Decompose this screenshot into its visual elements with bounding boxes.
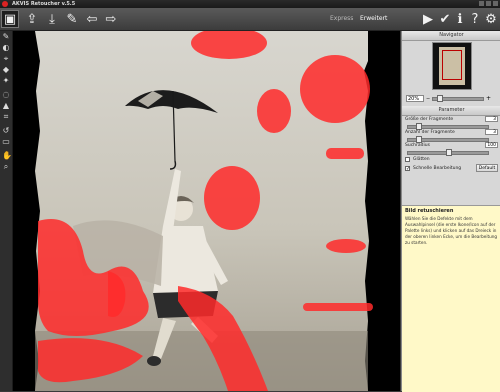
fill-icon[interactable]: ◆ (2, 66, 10, 74)
fragment-count-label: Anzahl der Fragmente (405, 130, 455, 135)
save-button[interactable]: ⇪ (23, 10, 41, 28)
smooth-checkbox[interactable] (405, 157, 410, 162)
search-radius-slider[interactable] (407, 149, 489, 156)
pipette-icon[interactable]: ⌖ (2, 55, 10, 63)
stamp-icon[interactable]: ▲ (2, 102, 10, 110)
zoom-row: 20% − + (404, 95, 499, 103)
zoom-icon[interactable]: ⌕ (2, 163, 10, 171)
arrow-left-icon: ⇦ (86, 11, 98, 27)
gear-icon: ⚙ (485, 11, 497, 27)
maximize-button[interactable] (486, 1, 491, 6)
fragment-size-label: Größe der Fragmente (405, 117, 454, 122)
fast-processing-label: Schnelle Bearbeitung (413, 166, 462, 171)
lasso-icon[interactable]: ◌ (2, 91, 10, 99)
upload-icon: ⇪ (26, 11, 38, 27)
parameters-header: Parameter (402, 106, 500, 116)
redo-button[interactable]: ⇨ (102, 10, 120, 28)
mode-express-tab[interactable]: Express (330, 15, 353, 22)
magic-wand-icon[interactable]: ✦ (2, 77, 10, 85)
arrow-right-icon: ⇨ (105, 11, 117, 27)
close-button[interactable] (493, 1, 498, 6)
fragment-size-knob[interactable] (416, 123, 422, 130)
navigator-header: Navigator (402, 31, 500, 41)
fragment-size-input[interactable]: 3 (485, 116, 498, 122)
run-button[interactable]: ▶ (419, 10, 437, 28)
search-radius-knob[interactable] (446, 149, 452, 156)
check-icon: ✔ (439, 11, 451, 27)
smooth-label: Glätten (413, 157, 430, 162)
settings-panel: Navigator 20% − + Parameter Größe der Fr… (401, 31, 500, 392)
settings-button[interactable]: ⚙ (482, 10, 500, 28)
fragment-size-slider[interactable] (407, 123, 489, 130)
title-bar: AKVIS Retoucher v.5.5 (0, 0, 500, 8)
fragment-count-slider[interactable] (407, 136, 489, 143)
download-icon: ⤓ (49, 11, 55, 27)
history-brush-icon[interactable]: ↺ (2, 127, 10, 135)
zoom-slider-knob[interactable] (437, 95, 443, 102)
help-title: Bild retuschieren (405, 208, 454, 214)
default-button[interactable]: Default (476, 164, 498, 172)
zoom-slider[interactable] (432, 95, 484, 102)
navigator-thumbnail[interactable] (432, 42, 472, 90)
help-text: Wählen Sie die Defekte mit dem Auswahlpi… (405, 216, 498, 245)
fragment-count-input[interactable]: 3 (485, 129, 498, 135)
image-canvas[interactable] (13, 31, 400, 391)
minimize-button[interactable] (479, 1, 484, 6)
save-as-button[interactable]: ⤓ (43, 10, 61, 28)
eraser-icon[interactable]: ◐ (2, 44, 10, 52)
main-toolbar: ▣ ⇪ ⤓ ✎ ⇦ ⇨ Express Erweitert ▶ ✔ ℹ ? ⚙ (0, 8, 500, 31)
open-image-button[interactable]: ▣ (1, 10, 19, 28)
info-icon: ℹ (457, 11, 463, 27)
photo-with-mask (13, 31, 400, 391)
zoom-out-icon[interactable]: − (426, 96, 430, 102)
fast-processing-checkbox[interactable]: ✓ (405, 166, 410, 172)
undo-button[interactable]: ⇦ (83, 10, 101, 28)
brush-button[interactable]: ✎ (63, 10, 81, 28)
window-controls (479, 1, 498, 6)
zoom-in-icon[interactable]: + (486, 95, 491, 102)
play-icon: ▶ (423, 11, 433, 27)
navigator-viewport[interactable] (442, 50, 462, 80)
selection-brush-icon[interactable]: ✎ (2, 33, 10, 41)
search-radius-input[interactable]: 100 (485, 142, 498, 148)
hand-icon[interactable]: ✋ (2, 152, 12, 160)
brush-icon: ✎ (66, 11, 78, 27)
search-radius-label: Suchradius (405, 143, 430, 148)
window-title: AKVIS Retoucher v.5.5 (12, 1, 76, 7)
question-icon: ? (471, 11, 479, 27)
app-logo-icon (2, 1, 8, 7)
mode-advanced-tab[interactable]: Erweitert (360, 15, 387, 22)
zoom-select[interactable]: 20% (406, 95, 424, 102)
help-panel: Bild retuschieren Wählen Sie die Defekte… (402, 205, 500, 392)
crop-icon[interactable]: ⌗ (2, 113, 10, 121)
tool-palette: ✎ ◐ ⌖ ◆ ✦ ◌ ▲ ⌗ ↺ ▭ ✋ ⌕ (0, 31, 13, 391)
fragment-count-knob[interactable] (416, 136, 422, 143)
image-icon: ▣ (3, 11, 17, 27)
canvas-size-icon[interactable]: ▭ (2, 138, 10, 146)
